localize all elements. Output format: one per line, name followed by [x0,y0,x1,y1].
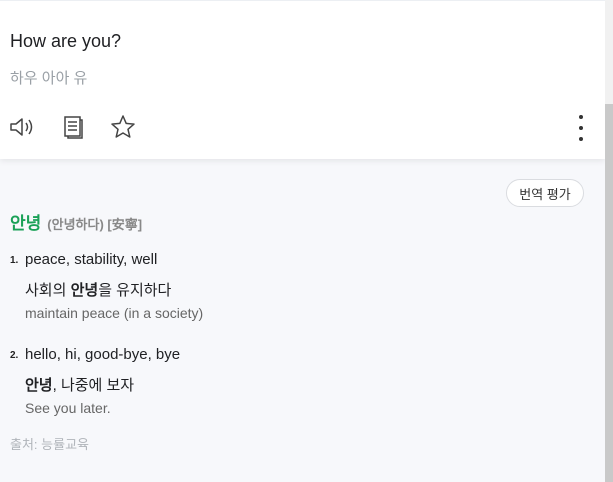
example-english: maintain peace (in a society) [25,305,204,321]
source-text[interactable]: How are you? [10,31,121,52]
dictionary-headword: 안녕 (안녕하다) [安寧] [10,209,142,234]
speaker-icon[interactable] [8,113,36,141]
scrollbar-thumb[interactable] [605,104,613,482]
sense-meaning: hello, hi, good-bye, bye [25,346,181,363]
copy-icon[interactable] [59,113,87,141]
sense-number: 2. [10,350,19,361]
example-english: See you later. [25,400,111,416]
more-vertical-icon[interactable] [569,115,593,141]
sense-number: 1. [10,255,19,266]
scrollbar[interactable] [605,0,613,482]
star-icon[interactable] [109,113,137,141]
example-korean: 사회의 안녕을 유지하다 [25,282,172,299]
headword-sub: (안녕하다) [安寧] [47,217,143,232]
example-korean: 안녕, 나중에 보자 [25,377,135,394]
source-card: How are you? 하우 아아 유 [0,0,605,159]
headword-text[interactable]: 안녕 [10,209,41,234]
rate-translation-button[interactable]: 번역 평가 [506,179,584,207]
source-note: 출처: 능률교육 [10,437,89,452]
pronunciation-text: 하우 아아 유 [10,70,88,87]
sense-meaning: peace, stability, well [25,251,158,268]
